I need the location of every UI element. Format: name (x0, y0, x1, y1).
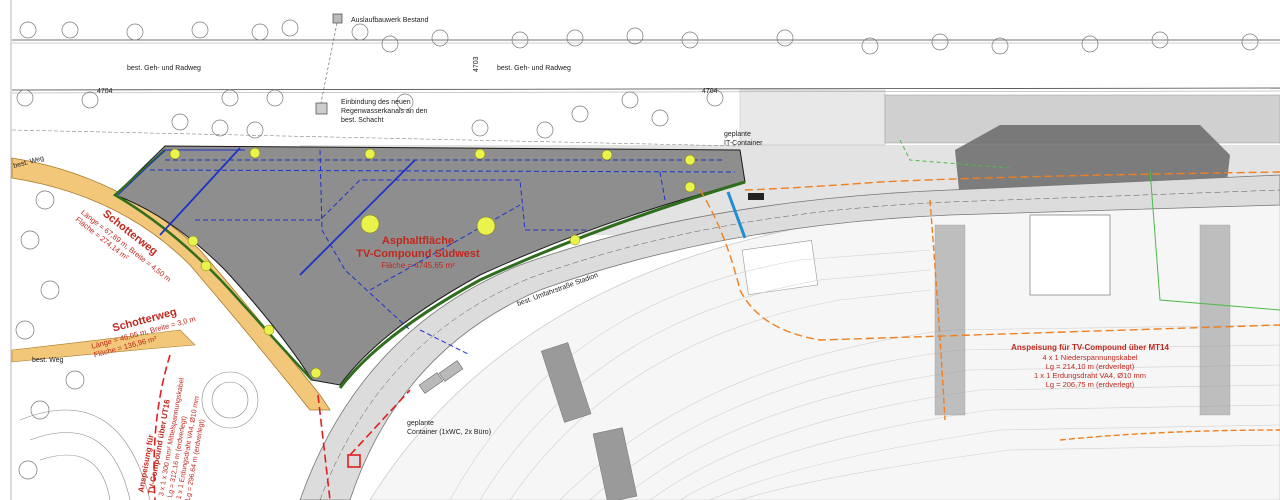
label-container-1: geplante (407, 420, 434, 427)
gravel-label-2: Schotterweg Länge = 46,05 m, Breite = 3,… (90, 306, 196, 360)
compound-title-2: TV-Compound Südwest (356, 248, 480, 260)
label-rain-note-3: best. Schacht (341, 117, 383, 124)
compound-area: Fläche = 4745,65 m² (381, 261, 455, 270)
label-walk-right: best. Geh- und Radweg (497, 65, 571, 72)
label-best-weg-bottom: best. Weg (32, 357, 63, 364)
site-plan: Auslaufbauwerk Bestand best. Geh- und Ra… (10, 0, 1280, 500)
manhole-pipe (320, 22, 338, 104)
it-container (748, 193, 764, 200)
mt14-line-4: Lg = 206,75 m (erdverlegt) (1046, 380, 1135, 389)
container-building (1029, 214, 1111, 296)
mt14-line-2: Lg = 214,10 m (erdverlegt) (1046, 362, 1135, 371)
label-it-1: geplante (724, 131, 751, 138)
label-rain-note-2: Regenwasserkanals an den (341, 108, 427, 115)
manhole-symbol (315, 102, 328, 115)
label-rain-note-1: Einbindung des neuen (341, 99, 411, 106)
label-km-4704-b: 4704 (702, 88, 718, 95)
label-outlet: Auslaufbauwerk Bestand (351, 17, 429, 24)
mt14-line-3: 1 x 1 Erdungsdraht VA4, Ø10 mm (1034, 371, 1146, 380)
mt14-title: Anspeisung für TV-Compound über MT14 (1011, 343, 1169, 352)
label-container-2: Container (1xWC, 2x Büro) (407, 429, 491, 436)
compound-title-1: Asphaltfläche (382, 235, 454, 247)
trafo-building (741, 240, 819, 295)
mt14-line-1: 4 x 1 Niederspannungskabel (1042, 353, 1137, 362)
label-km-4703: 4703 (473, 56, 480, 72)
label-it-2: IT-Container (724, 140, 763, 147)
parking-grid (739, 89, 886, 146)
label-walk-left: best. Geh- und Radweg (127, 65, 201, 72)
ut16-label: Anspeisung für TV-Compound über UT16 3 x… (136, 377, 206, 500)
outlet-symbol (332, 13, 343, 24)
label-km-4704-a: 4704 (97, 88, 113, 95)
